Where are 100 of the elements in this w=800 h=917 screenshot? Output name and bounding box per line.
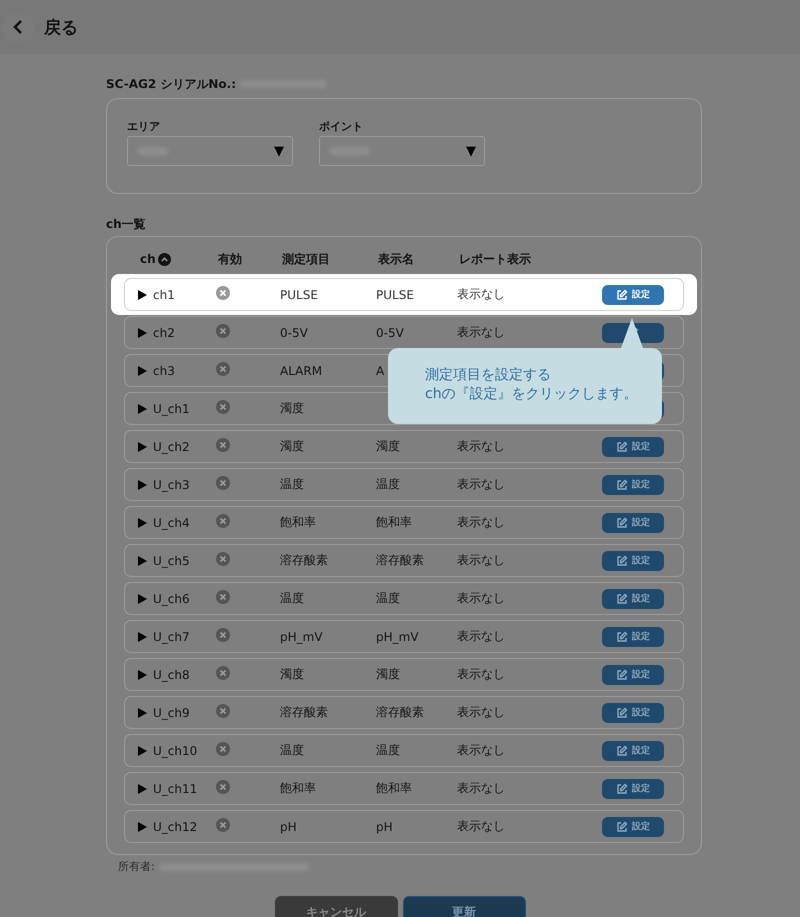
dropdown-select[interactable]: ▼ — [127, 136, 293, 166]
select-label: エリア — [127, 119, 161, 134]
settings-button[interactable]: 設定 — [602, 740, 664, 760]
owner-label: 所有者: — [118, 859, 155, 874]
edit-icon — [616, 668, 628, 680]
edit-icon — [616, 516, 628, 528]
select-label: ポイント — [319, 119, 364, 134]
settings-button[interactable]: 設定 — [602, 626, 664, 646]
report-display: 表示なし — [457, 325, 505, 339]
channel-name: U_ch3 — [153, 478, 190, 492]
display-name: 溶存酸素 — [376, 705, 424, 719]
edit-icon — [616, 592, 628, 604]
channel-name: U_ch4 — [153, 516, 190, 530]
report-display: 表示なし — [457, 477, 505, 491]
edit-icon — [616, 554, 628, 566]
measurement-item: pH_mV — [280, 630, 324, 644]
edit-icon — [616, 630, 628, 642]
display-name: 飽和率 — [376, 515, 412, 529]
disabled-x-icon — [216, 438, 230, 452]
cancel-button[interactable]: キャンセル — [274, 896, 398, 917]
disabled-x-icon — [216, 742, 230, 756]
tooltip-text: chの『設定』をクリックします。 — [425, 385, 639, 404]
disabled-x-icon — [216, 780, 230, 794]
channel-name: ch3 — [153, 364, 175, 378]
disabled-x-icon — [216, 362, 230, 376]
channel-name: U_ch2 — [153, 440, 190, 454]
edit-icon — [616, 288, 628, 300]
sort-up-icon[interactable] — [158, 252, 171, 266]
edit-icon — [616, 706, 628, 718]
disabled-x-icon — [216, 818, 230, 832]
settings-button[interactable]: 設定 — [602, 702, 664, 722]
disabled-x-icon — [216, 286, 230, 300]
chevron-left-icon — [12, 19, 24, 35]
settings-button[interactable]: 設定 — [602, 474, 664, 494]
measurement-item: 濁度 — [280, 400, 305, 417]
display-name: 溶存酸素 — [376, 553, 424, 567]
expand-triangle-icon[interactable] — [138, 290, 147, 300]
display-name: A — [376, 364, 384, 378]
channel-name: U_ch12 — [153, 820, 198, 834]
display-name: 温度 — [376, 591, 400, 605]
channel-name: U_ch5 — [153, 554, 190, 568]
display-name: 0-5V — [376, 326, 404, 340]
channel-name: ch2 — [153, 326, 175, 340]
edit-icon — [616, 478, 628, 490]
display-name: 濁度 — [376, 667, 400, 681]
measurement-item: 温度 — [280, 476, 305, 493]
measurement-item: 濁度 — [280, 438, 305, 455]
display-name: PULSE — [376, 288, 414, 302]
settings-button[interactable]: 設定 — [602, 588, 664, 608]
back-label[interactable]: 戻る — [44, 16, 78, 38]
display-name: pH_mV — [376, 630, 419, 644]
column-header: レポート表示 — [459, 250, 531, 268]
disabled-x-icon — [216, 476, 230, 490]
disabled-x-icon — [216, 514, 230, 528]
report-display: 表示なし — [457, 515, 505, 529]
channel-name: U_ch7 — [153, 630, 190, 644]
display-name: pH — [376, 820, 393, 834]
settings-button[interactable]: 設定 — [602, 550, 664, 570]
settings-button[interactable]: 設定 — [602, 816, 664, 836]
edit-icon — [616, 744, 628, 756]
settings-button[interactable]: 設定 — [602, 436, 664, 456]
column-header: 有効 — [218, 250, 242, 268]
measurement-item: 温度 — [280, 590, 305, 607]
display-name: 濁度 — [376, 439, 400, 453]
settings-button[interactable]: 設定 — [602, 284, 664, 304]
disabled-x-icon — [216, 628, 230, 642]
display-name: 飽和率 — [376, 781, 412, 795]
channel-name: U_ch9 — [153, 706, 190, 720]
report-display: 表示なし — [457, 781, 505, 795]
report-display: 表示なし — [457, 667, 505, 681]
settings-button[interactable]: 設定 — [602, 664, 664, 684]
section-title: ch一覧 — [106, 216, 147, 233]
measurement-item: 0-5V — [280, 326, 309, 340]
disabled-x-icon — [216, 552, 230, 566]
settings-button[interactable]: 設定 — [602, 778, 664, 798]
disabled-x-icon — [216, 704, 230, 718]
channel-name: U_ch6 — [153, 592, 190, 606]
disabled-x-icon — [216, 590, 230, 604]
edit-icon — [616, 440, 628, 452]
report-display: 表示なし — [457, 743, 505, 757]
serial-label: SC-AG2 シリアルNo.: — [106, 76, 236, 92]
edit-icon — [616, 820, 628, 832]
measurement-item: 飽和率 — [280, 514, 317, 531]
column-header[interactable]: ch — [140, 252, 156, 266]
dropdown-select[interactable]: ▼ — [319, 136, 485, 166]
column-header: 表示名 — [378, 250, 414, 268]
report-display: 表示なし — [457, 553, 505, 567]
measurement-item: PULSE — [280, 288, 319, 302]
column-header: 測定項目 — [282, 250, 330, 268]
settings-button[interactable]: 設定 — [602, 512, 664, 532]
disabled-x-icon — [216, 400, 230, 414]
channel-name: U_ch1 — [153, 402, 190, 416]
measurement-item: 濁度 — [280, 666, 305, 683]
report-display: 表示なし — [457, 629, 505, 643]
measurement-item: 飽和率 — [280, 780, 317, 797]
channel-name: U_ch11 — [153, 782, 198, 796]
edit-icon — [616, 782, 628, 794]
channel-name: U_ch8 — [153, 668, 190, 682]
report-display: 表示なし — [457, 819, 505, 833]
measurement-item: 温度 — [280, 742, 305, 759]
